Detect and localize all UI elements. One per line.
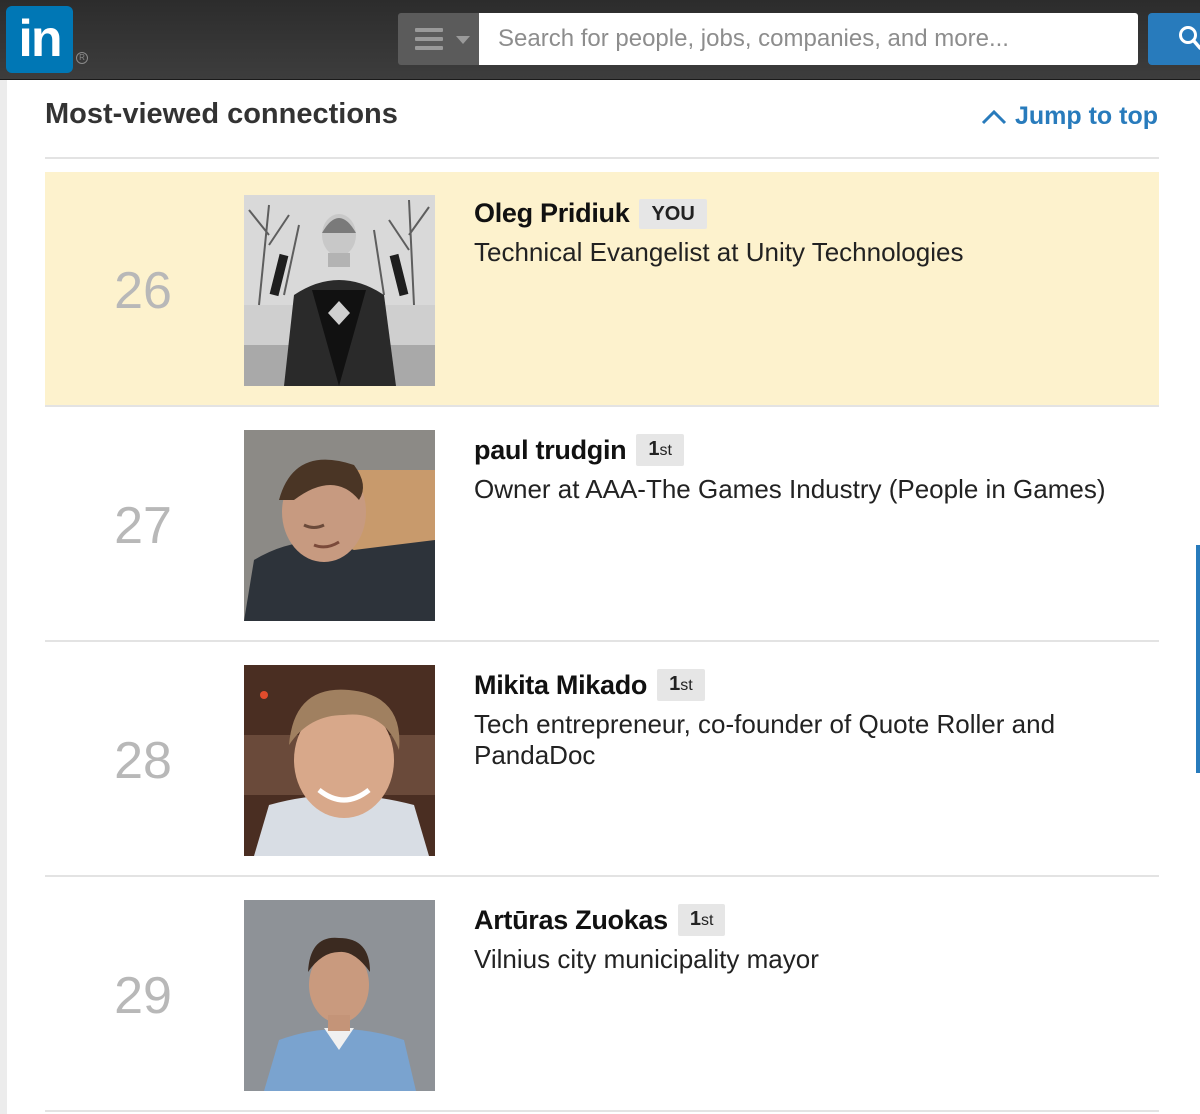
profile-photo[interactable] [244,195,435,386]
connection-headline: Tech entrepreneur, co-founder of Quote R… [474,709,1056,770]
degree-number: 1 [648,438,660,460]
you-badge: YOU [639,198,707,229]
search-button[interactable] [1148,13,1200,65]
chevron-down-icon [456,36,470,44]
degree-number: 1 [669,673,681,695]
connection-info: Artūras Zuokas 1st Vilnius city municipa… [474,904,1139,975]
connection-info: Oleg Pridiuk YOU Technical Evangelist at… [474,198,1139,268]
degree-number: 1 [689,908,701,930]
connection-headline: Technical Evangelist at Unity Technologi… [474,237,964,267]
connection-headline: Owner at AAA-The Games Industry (People … [474,474,1106,504]
jump-to-top-link[interactable]: Jump to top [981,102,1158,131]
jump-to-top-label: Jump to top [1014,102,1158,130]
connections-list: 26 Oleg Pridiuk YOU Technical Evangelist… [45,172,1159,1112]
scrollbar-thumb[interactable] [1196,545,1200,773]
connection-row: 29 Artūras Zuokas 1st Vilnius city munic… [45,877,1159,1112]
degree-badge: 1st [677,904,726,936]
connection-row: 27 paul trudgin 1st Owner at AAA-The Gam… [45,407,1159,642]
top-nav-bar: in R [0,0,1200,80]
profile-photo[interactable] [244,430,435,621]
profile-photo[interactable] [244,665,435,856]
registered-mark-icon: R [76,52,88,64]
page-left-border [0,80,7,1114]
degree-badge: 1st [636,434,684,466]
hamburger-icon [415,28,443,50]
connection-name[interactable]: Artūras Zuokas [474,905,668,936]
search-category-menu-button[interactable] [398,13,480,65]
section-divider [45,157,1159,159]
degree-ordinal: st [680,677,693,694]
search-input[interactable] [479,13,1138,65]
section-title: Most-viewed connections [45,98,398,130]
connection-info: paul trudgin 1st Owner at AAA-The Games … [474,434,1139,505]
linkedin-logo[interactable]: in [6,6,73,73]
degree-ordinal: st [659,442,672,459]
rank-number: 27 [114,497,172,555]
chevron-up-icon [981,109,1007,124]
connection-name[interactable]: Mikita Mikado [474,670,647,701]
connection-headline: Vilnius city municipality mayor [474,944,819,974]
connection-name[interactable]: Oleg Pridiuk [474,198,630,229]
connection-row: 26 Oleg Pridiuk YOU Technical Evangelist… [45,172,1159,407]
degree-ordinal: st [700,912,714,929]
connection-name[interactable]: paul trudgin [474,435,627,466]
search-icon [1179,26,1200,50]
rank-number: 26 [114,262,172,320]
connection-row: 28 Mikita Mikado 1st Tech entrepreneur, … [45,642,1159,877]
degree-badge: 1st [657,669,705,701]
connection-info: Mikita Mikado 1st Tech entrepreneur, co-… [474,669,1139,771]
rank-number: 28 [114,732,172,790]
profile-photo[interactable] [244,900,435,1091]
rank-number: 29 [114,967,172,1025]
